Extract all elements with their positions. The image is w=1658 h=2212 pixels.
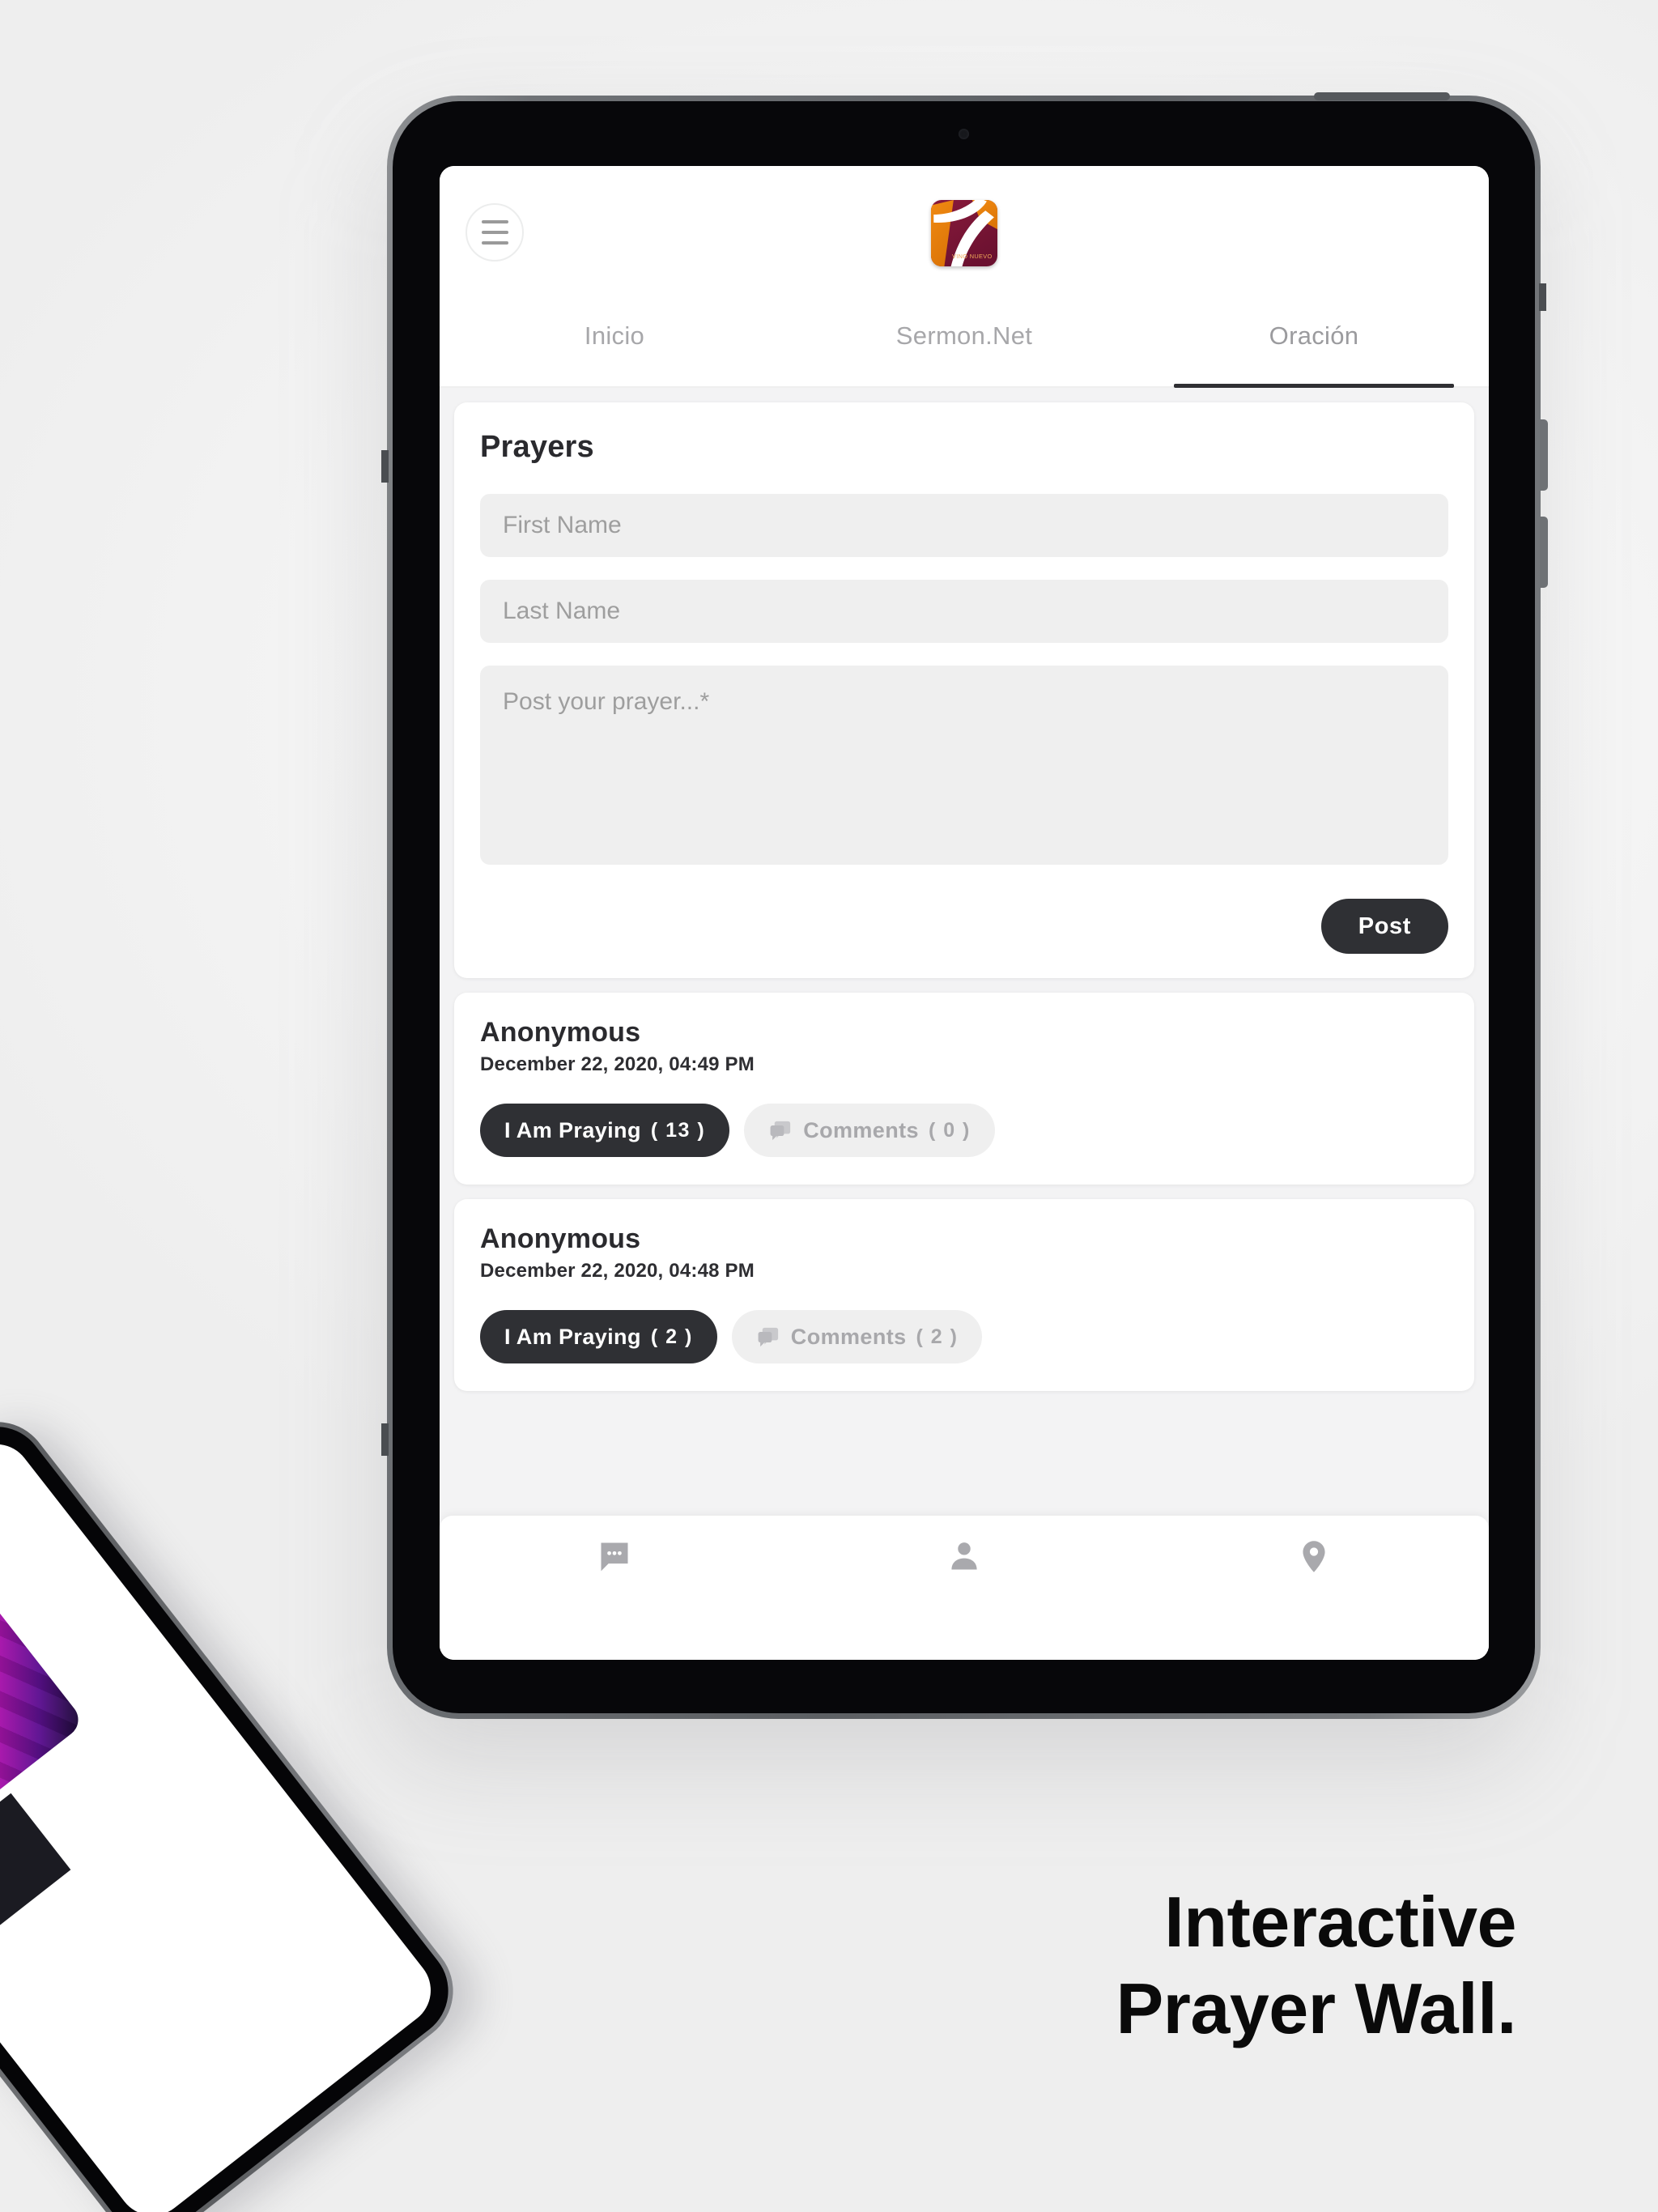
- prayer-timestamp: December 22, 2020, 04:49 PM: [480, 1053, 755, 1075]
- comments-button[interactable]: Comments ( 2 ): [731, 1310, 983, 1363]
- tab-oracion-label: Oración: [1269, 321, 1359, 350]
- location-pin-icon: [1303, 1541, 1325, 1572]
- comments-label: Comments: [790, 1324, 907, 1349]
- comments-count: ( 2 ): [916, 1325, 959, 1348]
- prayer-form-card: Prayers Post: [454, 402, 1474, 978]
- tablet-power-button: [1314, 92, 1450, 100]
- phone-media-dark-band: [0, 1793, 71, 1970]
- i-am-praying-label: I Am Praying: [504, 1324, 641, 1349]
- chat-bubble-icon: [601, 1542, 628, 1572]
- tab-inicio[interactable]: Inicio: [440, 313, 789, 386]
- page-title: Prayers: [480, 430, 594, 464]
- tablet-front-camera: [958, 129, 969, 139]
- app-content: Prayers Post Anonymous December 22, 2020…: [440, 388, 1489, 1660]
- tab-inicio-label: Inicio: [584, 321, 645, 350]
- i-am-praying-button[interactable]: I Am Praying ( 13 ): [480, 1104, 730, 1157]
- caption-line-1: Interactive: [1164, 1882, 1516, 1962]
- tab-oracion[interactable]: Oración: [1139, 313, 1489, 388]
- app-header: VINO NUEVO: [440, 166, 1489, 313]
- prayer-item-card: Anonymous December 22, 2020, 04:48 PM I …: [454, 1199, 1474, 1391]
- caption-line-2: Prayer Wall.: [1116, 1968, 1516, 2049]
- tablet-antenna-band-left-top: [381, 450, 389, 483]
- nav-item-messages[interactable]: [440, 1538, 789, 1574]
- comments-label: Comments: [803, 1117, 919, 1142]
- i-am-praying-count: ( 13 ): [650, 1118, 706, 1142]
- main-tabs: Inicio Sermon.Net Oración: [440, 313, 1489, 388]
- app-screen: VINO NUEVO Inicio Sermon.Net Oración Pra…: [440, 166, 1489, 1660]
- brand-logo: VINO NUEVO: [931, 200, 997, 266]
- menu-bar-3: [481, 241, 508, 245]
- tablet-bezel: VINO NUEVO Inicio Sermon.Net Oración Pra…: [393, 101, 1535, 1713]
- tablet-antenna-band-left-bottom: [381, 1423, 389, 1456]
- i-am-praying-button[interactable]: I Am Praying ( 2 ): [480, 1310, 717, 1363]
- prayer-actions: I Am Praying ( 13 ) Comments (0): [480, 1104, 1448, 1157]
- menu-bar-1: [481, 220, 508, 223]
- prayer-item-card: Anonymous December 22, 2020, 04:49 PM I …: [454, 993, 1474, 1185]
- prayer-author-name: Anonymous: [480, 1223, 641, 1254]
- chat-bubble-icon: [756, 1325, 781, 1350]
- prayer-author-name: Anonymous: [480, 1017, 641, 1048]
- tablet-volume-down-button: [1540, 517, 1548, 588]
- tablet-volume-up-button: [1540, 419, 1548, 491]
- prayer-form-actions: Post: [480, 887, 1448, 954]
- nav-item-location[interactable]: [1139, 1538, 1489, 1574]
- bottom-navigation-bar: [440, 1516, 1489, 1660]
- tablet-antenna-band-right: [1539, 283, 1546, 311]
- menu-bar-2: [481, 231, 508, 234]
- last-name-input[interactable]: [480, 580, 1448, 643]
- prayer-message-textarea[interactable]: [480, 666, 1448, 865]
- i-am-praying-label: I Am Praying: [504, 1117, 641, 1142]
- marketing-caption: Interactive Prayer Wall.: [626, 1878, 1516, 2052]
- nav-item-profile[interactable]: [789, 1538, 1139, 1574]
- chat-bubble-icon: [768, 1118, 793, 1143]
- tablet-device: VINO NUEVO Inicio Sermon.Net Oración Pra…: [381, 92, 1548, 1719]
- prayer-actions: I Am Praying ( 2 ) Comments (2): [480, 1310, 1448, 1363]
- i-am-praying-count: ( 2 ): [650, 1325, 693, 1348]
- comments-button[interactable]: Comments ( 0 ): [744, 1104, 995, 1157]
- hamburger-menu-icon[interactable]: [466, 203, 524, 262]
- tab-sermon-net[interactable]: Sermon.Net: [789, 313, 1139, 386]
- first-name-input[interactable]: [480, 494, 1448, 557]
- prayer-timestamp: December 22, 2020, 04:48 PM: [480, 1260, 755, 1282]
- person-icon: [951, 1542, 977, 1570]
- post-button[interactable]: Post: [1320, 899, 1448, 954]
- svg-text:VINO NUEVO: VINO NUEVO: [952, 253, 993, 260]
- tab-sermon-net-label: Sermon.Net: [895, 321, 1033, 350]
- comments-count: ( 0 ): [928, 1118, 971, 1142]
